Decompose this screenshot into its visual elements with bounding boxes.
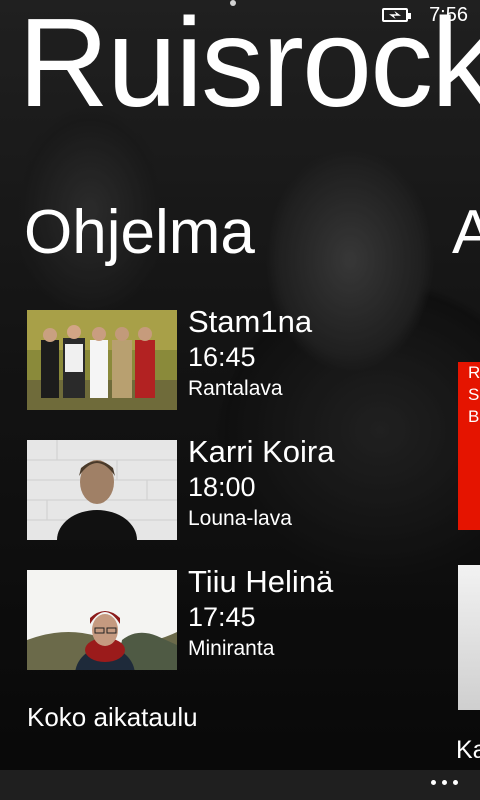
program-item-tiiu-helina[interactable]: Tiiu Helinä 17:45 Miniranta: [27, 564, 467, 700]
section-title[interactable]: Ohjelma: [24, 198, 255, 268]
artist-name: Karri Koira: [188, 434, 335, 469]
artist-photo: [27, 440, 177, 540]
next-section-title[interactable]: A: [452, 198, 480, 268]
peek-line: S: [468, 385, 480, 404]
app-bar[interactable]: [0, 770, 480, 800]
performance-time: 16:45: [188, 342, 256, 372]
full-schedule-link[interactable]: Koko aikataulu: [27, 702, 198, 733]
program-item-karri-koira[interactable]: Karri Koira 18:00 Louna-lava: [27, 434, 467, 570]
next-panel-label: Ka: [456, 736, 480, 764]
stage-name: Louna-lava: [188, 507, 292, 530]
artist-name: Tiiu Helinä: [188, 564, 334, 599]
peek-line: B: [468, 407, 480, 426]
peek-line: R: [468, 363, 480, 382]
program-item-stam1na[interactable]: Stam1na 16:45 Rantalava: [27, 304, 467, 440]
stage-name: Rantalava: [188, 377, 283, 400]
artist-photo: [27, 570, 177, 670]
artist-photo: [27, 310, 177, 410]
artist-name: Stam1na: [188, 304, 313, 339]
performance-time: 17:45: [188, 602, 256, 632]
more-options-icon[interactable]: [431, 780, 458, 785]
performance-time: 18:00: [188, 472, 256, 502]
program-list: Stam1na 16:45 Rantalava Karri Koira 18:0…: [27, 304, 467, 700]
next-panel-red-tile[interactable]: R S B: [458, 362, 480, 530]
stage-name: Miniranta: [188, 637, 275, 660]
app-title: Ruisrock: [18, 0, 480, 133]
next-panel-image[interactable]: [458, 565, 480, 710]
